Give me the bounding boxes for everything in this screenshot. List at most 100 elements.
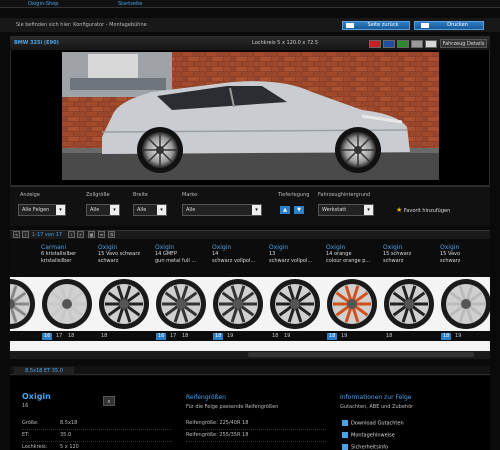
spec-value: 35.0 (60, 432, 72, 438)
rim-card[interactable]: Oxigin 14 schwarz vollpol... 18 19 (210, 241, 267, 351)
rim-size-option[interactable]: 18 (441, 333, 452, 340)
rim-image (270, 279, 320, 329)
rim-model: 15 Vavo (440, 251, 461, 257)
rim-model: 13 (269, 251, 276, 257)
background-swatch[interactable] (383, 40, 395, 48)
add-favorite-button[interactable]: ★ Favorit hinzufügen (396, 204, 464, 216)
spec-value: 8.5x18 (60, 420, 78, 426)
rim-size-option[interactable]: 18 (384, 333, 394, 340)
filter-width-value: Alle (137, 207, 147, 213)
rim-color: schwarz (440, 258, 461, 264)
print-button[interactable]: Drucken (414, 21, 484, 30)
filter-inch-select[interactable]: Alle ▾ (86, 204, 120, 216)
rim-size-options: 18 19 (438, 331, 490, 341)
rim-card[interactable]: Oxigin 15 Vavo schwarz 18 19 (438, 241, 490, 351)
vehicle-details-button[interactable]: Fahrzeug Details (440, 39, 487, 48)
rim-card[interactable]: Oxigin 14 GMFP gun metal full ... 16 17 18 (153, 241, 210, 351)
rim-size-option[interactable]: 18 (270, 333, 280, 340)
background-swatch[interactable] (397, 40, 409, 48)
info-link[interactable]: Download Gutachten (342, 420, 404, 427)
rim-size-option[interactable]: 19 (225, 333, 235, 340)
first-page-icon: « (15, 232, 18, 237)
tyre-sizes-subtitle: Für die Felge passende Reifengrößen (186, 404, 279, 410)
list-icon: ≡ (99, 232, 104, 237)
rim-brand: Oxigin (155, 244, 175, 251)
list-view-button[interactable]: ≡ (98, 231, 105, 238)
sort-button[interactable]: ⇅ (108, 231, 115, 238)
rim-card[interactable]: riertber 16 (10, 241, 39, 351)
filter-brand-select[interactable]: Alle ▾ (182, 204, 262, 216)
print-icon (421, 23, 429, 28)
arrow-up-icon: ▲ (283, 207, 287, 213)
scrollbar-thumb[interactable] (248, 352, 474, 357)
filter-width-select[interactable]: Alle ▾ (133, 204, 167, 216)
tab-rim-dimensions[interactable]: 8.5x18 ET 35.0 (14, 367, 74, 375)
background-swatch[interactable] (411, 40, 423, 48)
detail-tab-bar (10, 366, 490, 375)
rim-color: schwarz vollpol... (269, 258, 313, 264)
background-swatch[interactable] (369, 40, 381, 48)
next-page-button[interactable]: › (68, 231, 75, 238)
rim-size-option[interactable]: 17 (168, 333, 178, 340)
rim-card[interactable]: Carmani 6 kristallsilber kristallsilber 16 1… (39, 241, 96, 351)
rim-image (10, 279, 35, 329)
back-button[interactable]: Seite zurück (342, 21, 410, 30)
rim-size-option[interactable]: 18 (66, 333, 76, 340)
rim-card[interactable]: Oxigin 15 schwarz schwarz 18 (381, 241, 438, 351)
rim-image (327, 279, 377, 329)
rim-card[interactable]: Oxigin 13 schwarz vollpol... 18 19 (267, 241, 324, 351)
rim-size-option[interactable]: 18 (213, 333, 224, 340)
rim-size-options: 18 (381, 331, 438, 341)
rim-brand: Carmani (41, 244, 67, 251)
rim-brand: Oxigin (326, 244, 346, 251)
car-illustration (62, 52, 439, 180)
rim-size-options: 18 19 (324, 331, 381, 341)
rim-size-option[interactable]: 18 (327, 333, 338, 340)
rim-image (213, 279, 263, 329)
lower-down-button[interactable]: ▼ (294, 206, 304, 214)
rim-card[interactable]: Oxigin 14 orange colour orange p... 18 19 (324, 241, 381, 351)
background-swatch[interactable] (425, 40, 437, 48)
info-link[interactable]: Sicherheitsinfo (342, 444, 388, 450)
rim-size-option[interactable]: 19 (339, 333, 349, 340)
filter-background-select[interactable]: Werkstatt ▾ (318, 204, 374, 216)
nav-home-link[interactable]: Startseite (118, 1, 142, 7)
last-page-button[interactable]: » (77, 231, 84, 238)
breadcrumb: Sie befinden sich hier: Konfigurator - M… (16, 22, 147, 28)
rim-size-option[interactable]: 17 (54, 333, 64, 340)
spec-row: ET: 35.0 (22, 432, 172, 442)
rim-size-option[interactable]: 19 (282, 333, 292, 340)
rim-color: schwarz vollpol... (212, 258, 256, 264)
nav-shop-link[interactable]: Oxigin-Shop (28, 1, 58, 7)
rim-color: gun metal full ... (155, 258, 197, 264)
tyre-size-row: Reifengröße: 225/40R 18 (186, 420, 326, 430)
rim-size-option[interactable]: 16 (42, 333, 53, 340)
rim-info-subtitle: Gutachten, ABE und Zubehör (340, 404, 414, 410)
last-page-icon: » (79, 232, 82, 237)
spec-value: 5 x 120 (60, 444, 79, 450)
zoom-button[interactable]: ⌕ (103, 396, 115, 406)
grid-view-button[interactable]: ▦ (88, 231, 95, 238)
chevron-down-icon: ▾ (56, 205, 65, 215)
rim-image (99, 279, 149, 329)
info-link[interactable]: Montagehinweise (342, 432, 395, 439)
rim-size-option[interactable]: 16 (156, 333, 167, 340)
back-icon (346, 23, 354, 28)
rim-card[interactable]: Oxigin 15 Vavo schwarz schwarz 18 (96, 241, 153, 351)
top-navigation: Oxigin-Shop Startseite (0, 0, 500, 8)
arrow-down-icon: ▼ (297, 207, 301, 213)
rim-card-header: Oxigin 15 schwarz schwarz (381, 241, 438, 277)
filter-background-label: Fahrzeughintergrund (318, 192, 371, 198)
rim-size-options: 18 19 (267, 331, 324, 341)
rim-card-header: Oxigin 14 GMFP gun metal full ... (153, 241, 210, 277)
prev-page-button[interactable]: ‹ (22, 231, 29, 238)
rim-size-option[interactable]: 18 (180, 333, 190, 340)
car-preview (62, 52, 439, 180)
rim-card-header: Oxigin 15 Vavo schwarz (438, 241, 490, 277)
first-page-button[interactable]: « (13, 231, 20, 238)
rim-size-option[interactable]: 18 (99, 333, 109, 340)
info-link-label: Montagehinweise (351, 432, 395, 439)
rim-size-option[interactable]: 19 (453, 333, 463, 340)
filter-display-select[interactable]: Alle Felgen ▾ (18, 204, 66, 216)
lower-up-button[interactable]: ▲ (280, 206, 290, 214)
